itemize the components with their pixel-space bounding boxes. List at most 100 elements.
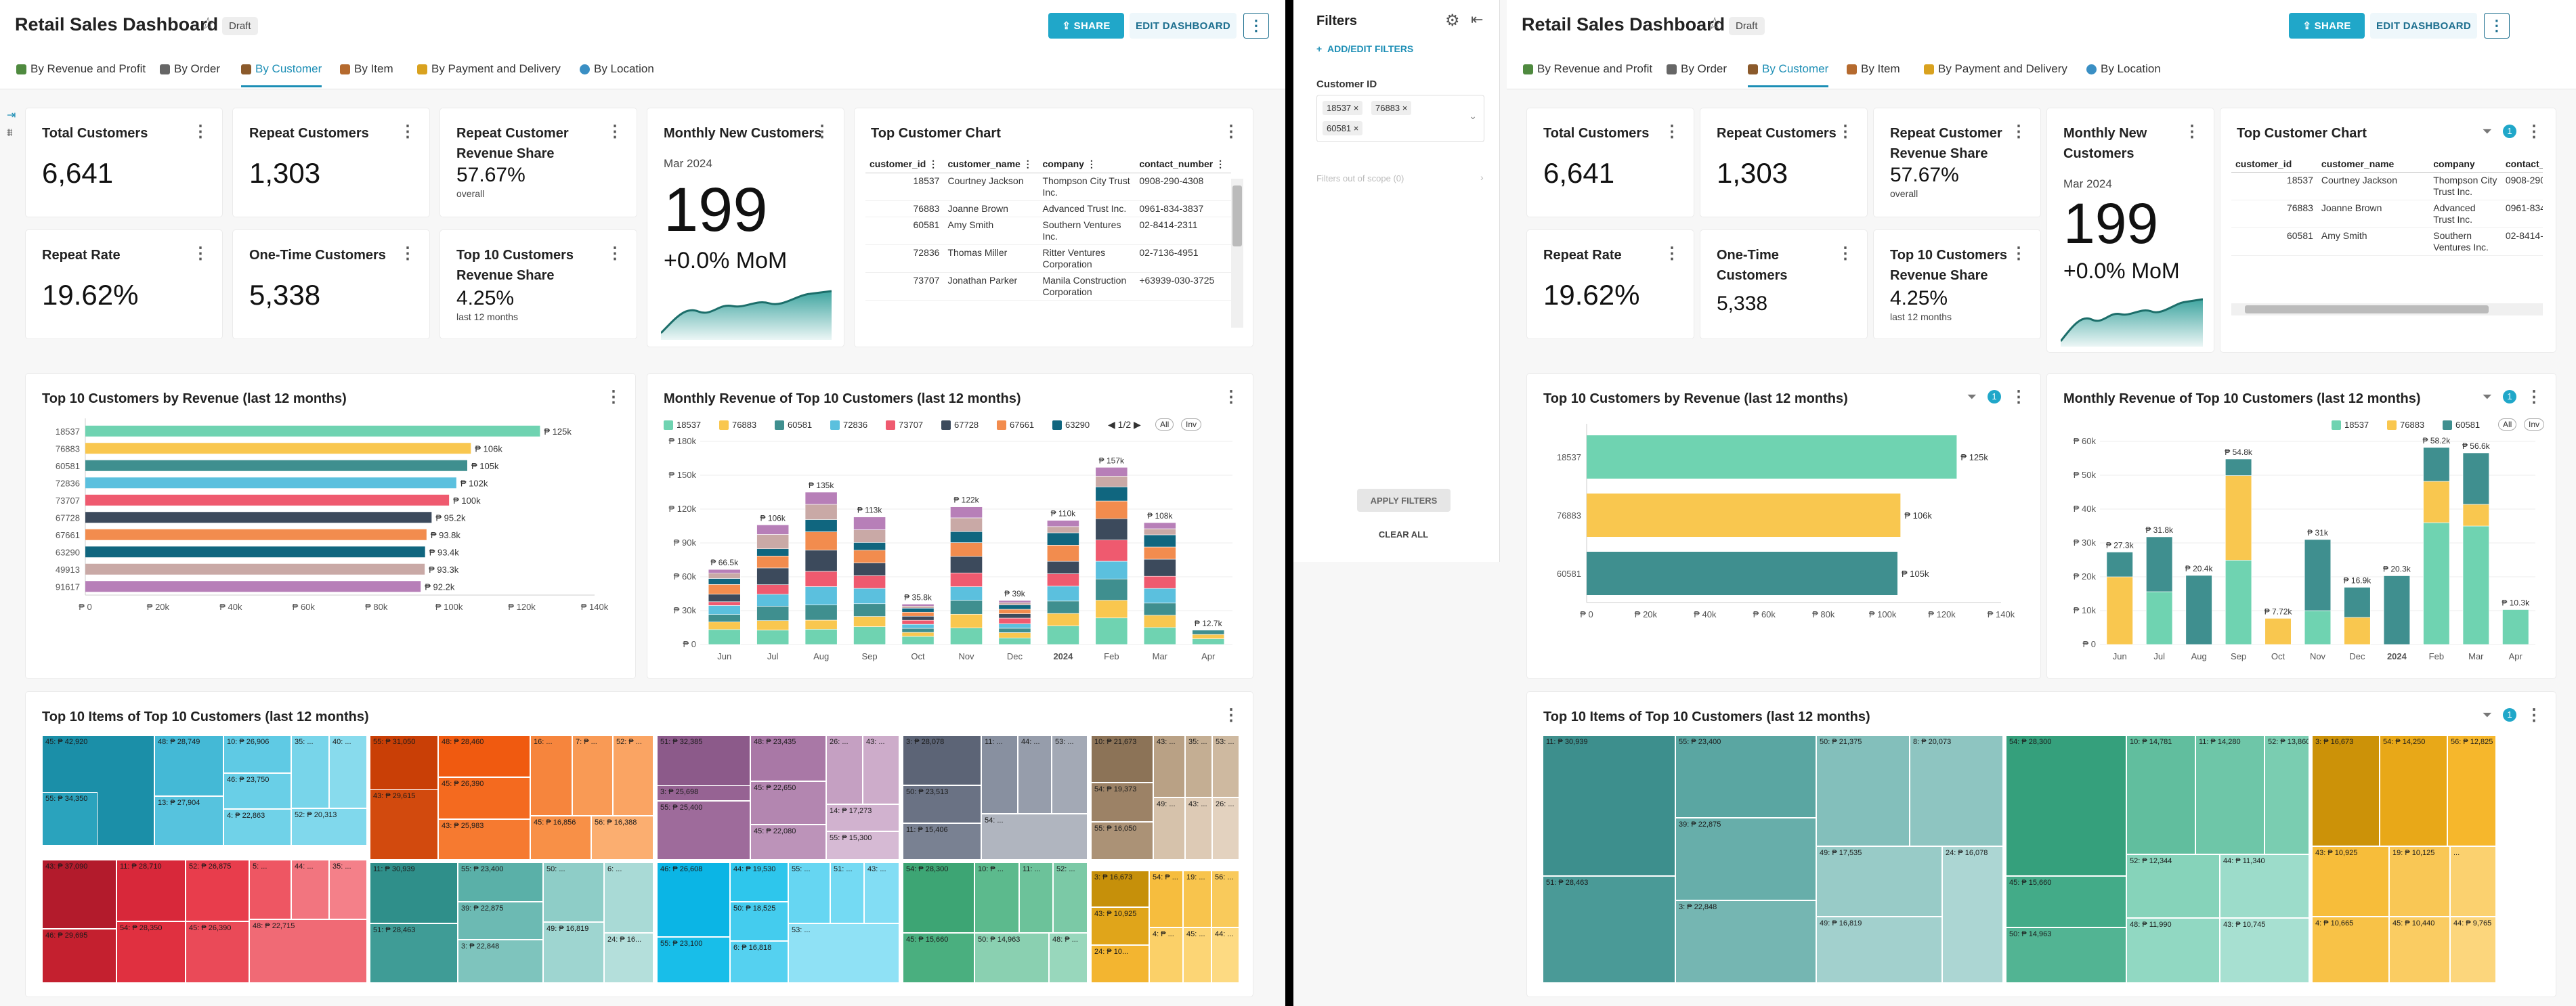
treemap-tile[interactable]: 52: ₱ 12,344 bbox=[2126, 854, 2220, 918]
card-menu-icon[interactable]: ⋮ bbox=[2011, 387, 2027, 407]
treemap-tile[interactable]: 43: ₱ 10,925 bbox=[2312, 846, 2389, 917]
tab-by-order[interactable]: By Order bbox=[1667, 62, 1727, 76]
treemap-tile[interactable]: 26: ... bbox=[1212, 797, 1239, 860]
treemap-tile[interactable]: 55: ₱ 25,400 bbox=[657, 801, 750, 860]
treemap-tile[interactable]: 4: ₱ 22,863 bbox=[223, 809, 291, 846]
treemap-tile[interactable]: 45: ... bbox=[1183, 927, 1211, 983]
legend-invert-button[interactable]: Inv bbox=[2524, 418, 2545, 431]
card-menu-icon[interactable]: ⋮ bbox=[2526, 122, 2542, 141]
treemap-tile[interactable]: 43: ... bbox=[863, 735, 899, 804]
treemap-tile[interactable]: 43: ₱ 29,615 bbox=[370, 789, 438, 860]
legend-item[interactable]: 76883 bbox=[719, 420, 756, 430]
treemap-tile[interactable]: 19: ... bbox=[1183, 871, 1211, 927]
card-menu-icon[interactable]: ⋮ bbox=[192, 122, 209, 141]
treemap-tile[interactable]: 7: ₱ ... bbox=[572, 735, 613, 816]
treemap-tile[interactable]: 50: ₱ 23,513 bbox=[903, 785, 981, 823]
treemap-tile[interactable]: 4: ₱ 10,665 bbox=[2312, 917, 2389, 983]
treemap-tile[interactable]: 43: ₱ 10,745 bbox=[2220, 918, 2309, 983]
horizontal-scrollbar[interactable] bbox=[2231, 303, 2543, 315]
treemap-tile[interactable]: 45: ₱ 26,390 bbox=[186, 921, 249, 983]
legend-all-button[interactable]: All bbox=[1155, 418, 1174, 431]
treemap-tile[interactable]: 51: ₱ 28,463 bbox=[1543, 876, 1675, 983]
card-menu-icon[interactable]: ⋮ bbox=[2011, 244, 2027, 263]
treemap-tile[interactable]: 11: ₱ 30,939 bbox=[370, 862, 458, 923]
treemap-tile[interactable]: 56: ₱ 16,388 bbox=[591, 816, 653, 860]
filter-indicator-icon[interactable]: ⏷ bbox=[2483, 390, 2492, 404]
treemap-tile[interactable]: 48: ₱ 11,990 bbox=[2126, 918, 2220, 983]
treemap-tile[interactable]: 50: ₱ 14,963 bbox=[2006, 927, 2126, 983]
apply-filters-button[interactable]: APPLY FILTERS bbox=[1357, 489, 1451, 512]
legend-item[interactable]: 72836 bbox=[830, 420, 867, 430]
tab-by-customer[interactable]: By Customer bbox=[1748, 62, 1829, 87]
card-menu-icon[interactable]: ⋮ bbox=[2011, 122, 2027, 141]
edit-dashboard-button[interactable]: EDIT DASHBOARD bbox=[2370, 13, 2477, 39]
tab-by-payment-and-delivery[interactable]: By Payment and Delivery bbox=[1924, 62, 2067, 76]
treemap-tile[interactable]: 49: ₱ 16,819 bbox=[1816, 917, 1942, 983]
treemap-tile[interactable]: 55: ₱ 16,050 bbox=[1091, 822, 1153, 860]
treemap-tile[interactable]: 10: ₱ 26,906 bbox=[223, 735, 291, 773]
treemap-tile[interactable]: 6: ... bbox=[604, 862, 653, 933]
legend-item[interactable]: 18537 bbox=[2332, 420, 2369, 430]
treemap-tile[interactable]: 52: ₱ 13,860 bbox=[2264, 735, 2309, 854]
legend-item[interactable]: 60581 bbox=[775, 420, 812, 430]
treemap-tile[interactable]: 6: ₱ 16,818 bbox=[730, 941, 788, 983]
edit-dashboard-button[interactable]: EDIT DASHBOARD bbox=[1130, 13, 1237, 39]
treemap-tile[interactable]: 35: ... bbox=[1185, 735, 1212, 797]
treemap-tile[interactable]: 45: ₱ 26,390 bbox=[438, 777, 530, 819]
treemap-tile[interactable]: 3: ₱ 25,698 bbox=[657, 785, 750, 801]
filter-chip[interactable]: 18537 × bbox=[1323, 101, 1363, 115]
treemap-tile[interactable]: 5: ... bbox=[249, 860, 291, 919]
gear-icon[interactable]: ⚙ bbox=[1445, 11, 1460, 30]
treemap-tile[interactable]: 46: ₱ 29,695 bbox=[42, 929, 116, 983]
treemap-tile[interactable]: 55: ₱ 34,350 bbox=[42, 792, 98, 846]
filter-count-badge[interactable]: 1 bbox=[2503, 125, 2516, 138]
treemap-tile[interactable]: 43: ... bbox=[1185, 797, 1212, 860]
legend-item[interactable]: 67728 bbox=[941, 420, 979, 430]
treemap-tile[interactable]: 3: ₱ 22,848 bbox=[1675, 900, 1816, 983]
treemap-tile[interactable]: 11: ... bbox=[981, 735, 1018, 814]
column-header[interactable]: customer_name ⋮ bbox=[943, 156, 1039, 173]
scrollbar-thumb[interactable] bbox=[2245, 305, 2489, 313]
treemap-tile[interactable]: 49: ₱ 17,535 bbox=[1816, 846, 1942, 917]
treemap-tile[interactable]: 8: ₱ 20,073 bbox=[1910, 735, 2003, 846]
treemap-tile[interactable]: 48: ₱ 28,460 bbox=[438, 735, 530, 777]
treemap-tile[interactable]: 16: ... bbox=[530, 735, 572, 816]
treemap-tile[interactable]: 44: ... bbox=[291, 860, 329, 919]
treemap-tile[interactable]: 24: ₱ 16,078 bbox=[1942, 846, 2003, 983]
share-button[interactable]: ⇪ SHARE bbox=[1048, 13, 1124, 39]
treemap-tile[interactable]: 50: ₱ 18,525 bbox=[730, 902, 788, 941]
filter-indicator-icon[interactable]: ⏷ bbox=[2483, 708, 2492, 722]
treemap-tile[interactable]: 11: ₱ 15,406 bbox=[903, 823, 981, 860]
treemap-tile[interactable]: 39: ₱ 22,875 bbox=[458, 902, 543, 940]
card-menu-icon[interactable]: ⋮ bbox=[400, 122, 416, 141]
tab-by-revenue-and-profit[interactable]: By Revenue and Profit bbox=[1523, 62, 1652, 76]
treemap-tile[interactable]: 54: ₱ 28,300 bbox=[2006, 735, 2126, 876]
filter-count-badge[interactable]: 1 bbox=[2503, 390, 2516, 403]
treemap-tile[interactable]: 19: ₱ 10,125 bbox=[2389, 846, 2450, 917]
treemap-tile[interactable]: 3: ₱ 28,078 bbox=[903, 735, 981, 785]
filter-chip[interactable]: 60581 × bbox=[1323, 121, 1363, 135]
treemap-tile[interactable]: 52: ... bbox=[1053, 862, 1088, 933]
treemap-tile[interactable]: 3: ₱ 16,673 bbox=[1091, 871, 1149, 907]
treemap-tile[interactable]: 24: ₱ 10... bbox=[1091, 945, 1149, 983]
treemap-tile[interactable]: 43: ... bbox=[1153, 735, 1185, 797]
card-menu-icon[interactable]: ⋮ bbox=[607, 244, 623, 263]
treemap-tile[interactable]: 11: ₱ 28,710 bbox=[116, 860, 186, 921]
card-menu-icon[interactable]: ⋮ bbox=[1223, 705, 1239, 725]
treemap-tile[interactable]: 10: ₱ 21,673 bbox=[1091, 735, 1153, 783]
table-row[interactable]: 73707 Jonathan Parker Manila Construction … bbox=[865, 272, 1231, 301]
legend-item[interactable]: 63290 bbox=[1052, 420, 1090, 430]
treemap-tile[interactable]: 45: ₱ 15,660 bbox=[903, 933, 974, 983]
treemap-tile[interactable]: 3: ₱ 16,673 bbox=[2312, 735, 2380, 846]
treemap-tile[interactable]: 53: ... bbox=[1212, 735, 1239, 797]
tab-by-revenue-and-profit[interactable]: By Revenue and Profit bbox=[16, 62, 146, 76]
treemap-tile[interactable]: 48: ₱ 23,435 bbox=[750, 735, 826, 781]
treemap-tile[interactable]: 52: ₱ 26,875 bbox=[186, 860, 249, 921]
filter-indicator-icon[interactable]: ⏷ bbox=[2483, 125, 2492, 139]
tab-by-payment-and-delivery[interactable]: By Payment and Delivery bbox=[417, 62, 561, 76]
treemap-tile[interactable]: 52: ₱ ... bbox=[613, 735, 653, 816]
treemap-tile[interactable]: 48: ₱ ... bbox=[1049, 933, 1088, 983]
clear-all-button[interactable]: CLEAR ALL bbox=[1293, 529, 1514, 540]
chevron-right-icon[interactable]: › bbox=[1480, 172, 1484, 183]
table-row[interactable]: 18537 Courtney Jackson Thompson City Trust… bbox=[2231, 172, 2543, 200]
